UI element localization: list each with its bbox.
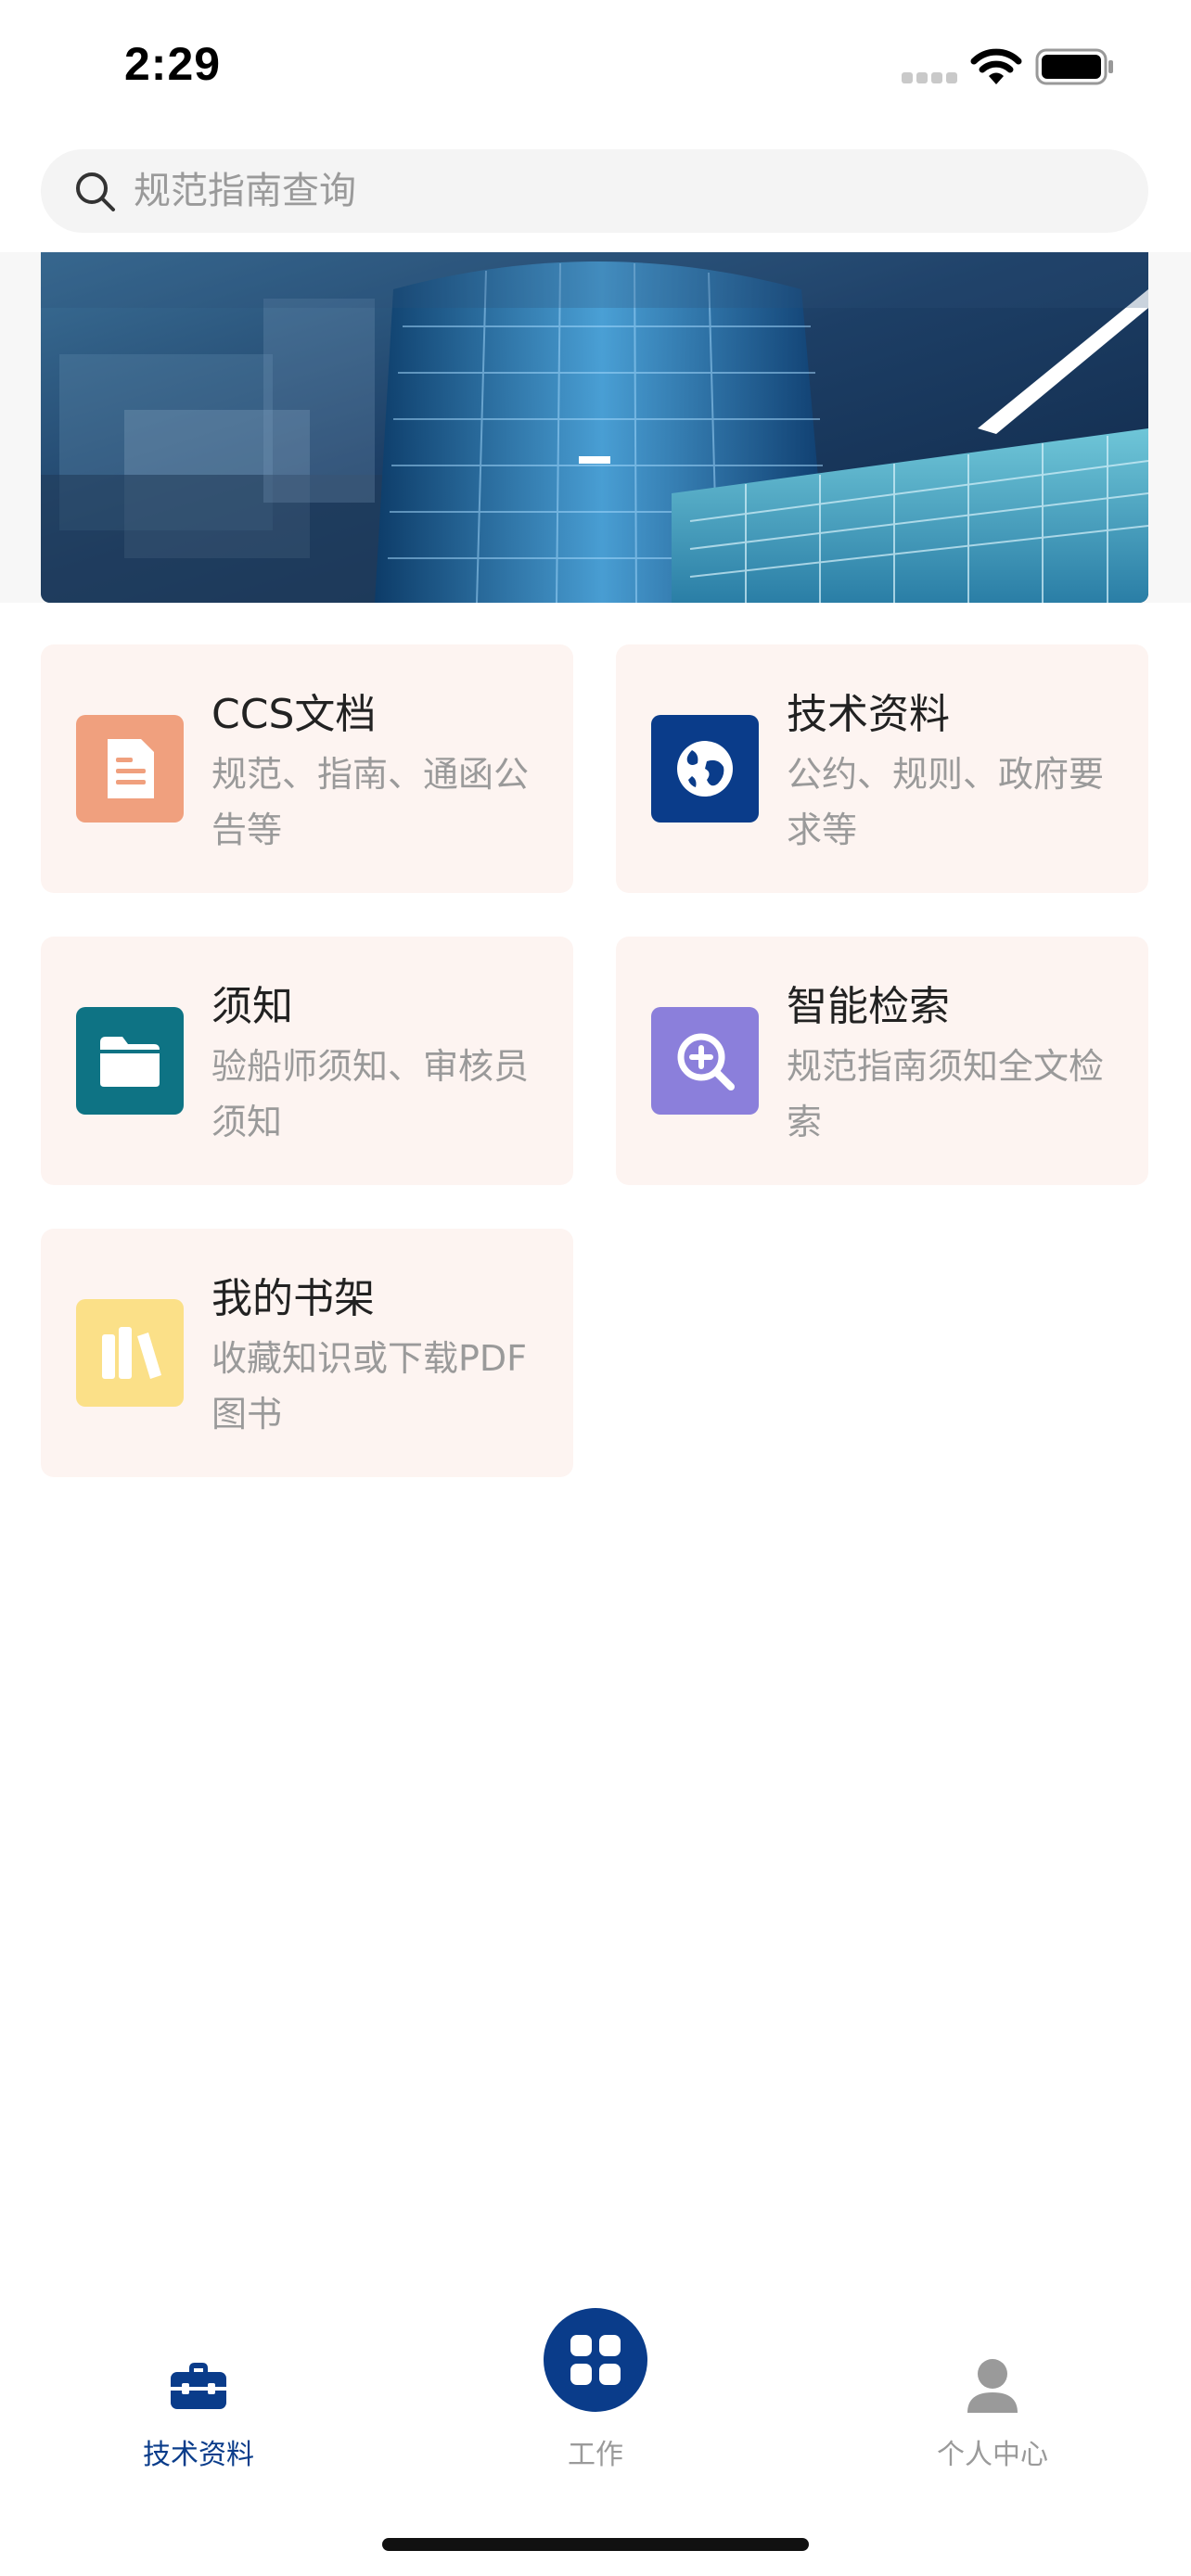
card-title: 须知	[211, 983, 293, 1030]
card-description: 规范、指南、通函公告等	[211, 754, 530, 850]
tab-technical-data[interactable]: 技术资料	[59, 2263, 338, 2485]
card-description: 验船师须知、审核员须知	[211, 1046, 530, 1142]
folder-icon	[76, 1007, 184, 1115]
status-time: 2:29	[124, 38, 222, 90]
briefcase-icon	[171, 2363, 226, 2409]
document-icon	[76, 715, 184, 823]
books-icon	[76, 1299, 184, 1407]
banner-illustration	[41, 252, 1148, 603]
tab-label: 技术资料	[143, 2439, 254, 2471]
battery-icon	[1035, 48, 1113, 85]
cellular-signal-icon	[902, 72, 957, 83]
search-icon	[76, 172, 115, 211]
tab-label: 工作	[568, 2439, 623, 2471]
tab-label: 个人中心	[937, 2439, 1048, 2471]
home-indicator	[382, 2538, 809, 2551]
card-smart-search[interactable]: 智能检索 规范指南须知全文检索	[616, 937, 1148, 1185]
card-title: 我的书架	[211, 1275, 375, 1322]
bottom-tab-bar: 技术资料 工作 个人中心	[0, 2263, 1191, 2576]
card-my-bookshelf[interactable]: 我的书架 收藏知识或下载PDF图书	[41, 1229, 573, 1477]
card-technical-data[interactable]: 技术资料 公约、规则、政府要求等	[616, 644, 1148, 893]
person-icon	[967, 2359, 1018, 2413]
banner-image[interactable]	[41, 252, 1148, 603]
search-input[interactable]: 规范指南查询	[41, 149, 1148, 233]
card-description: 收藏知识或下载PDF图书	[211, 1338, 528, 1435]
wifi-icon	[970, 48, 1022, 84]
card-title: 技术资料	[787, 691, 950, 738]
globe-icon	[651, 715, 759, 823]
zoom-in-icon	[651, 1007, 759, 1115]
app-screen: 2:29 规范指南查询 CCS文档 规范、指南、通函公告等 技术资料 公约、规则…	[0, 0, 1191, 2576]
search-placeholder: 规范指南查询	[134, 170, 356, 212]
card-title: CCS文档	[211, 691, 377, 738]
tab-work[interactable]: 工作	[456, 2263, 735, 2485]
card-description: 规范指南须知全文检索	[787, 1046, 1105, 1142]
card-title: 智能检索	[787, 983, 950, 1030]
grid-icon	[544, 2308, 647, 2412]
card-ccs-docs[interactable]: CCS文档 规范、指南、通函公告等	[41, 644, 573, 893]
card-description: 公约、规则、政府要求等	[787, 754, 1105, 850]
tab-profile[interactable]: 个人中心	[853, 2263, 1132, 2485]
card-notices[interactable]: 须知 验船师须知、审核员须知	[41, 937, 573, 1185]
status-bar: 2:29	[0, 0, 1191, 130]
